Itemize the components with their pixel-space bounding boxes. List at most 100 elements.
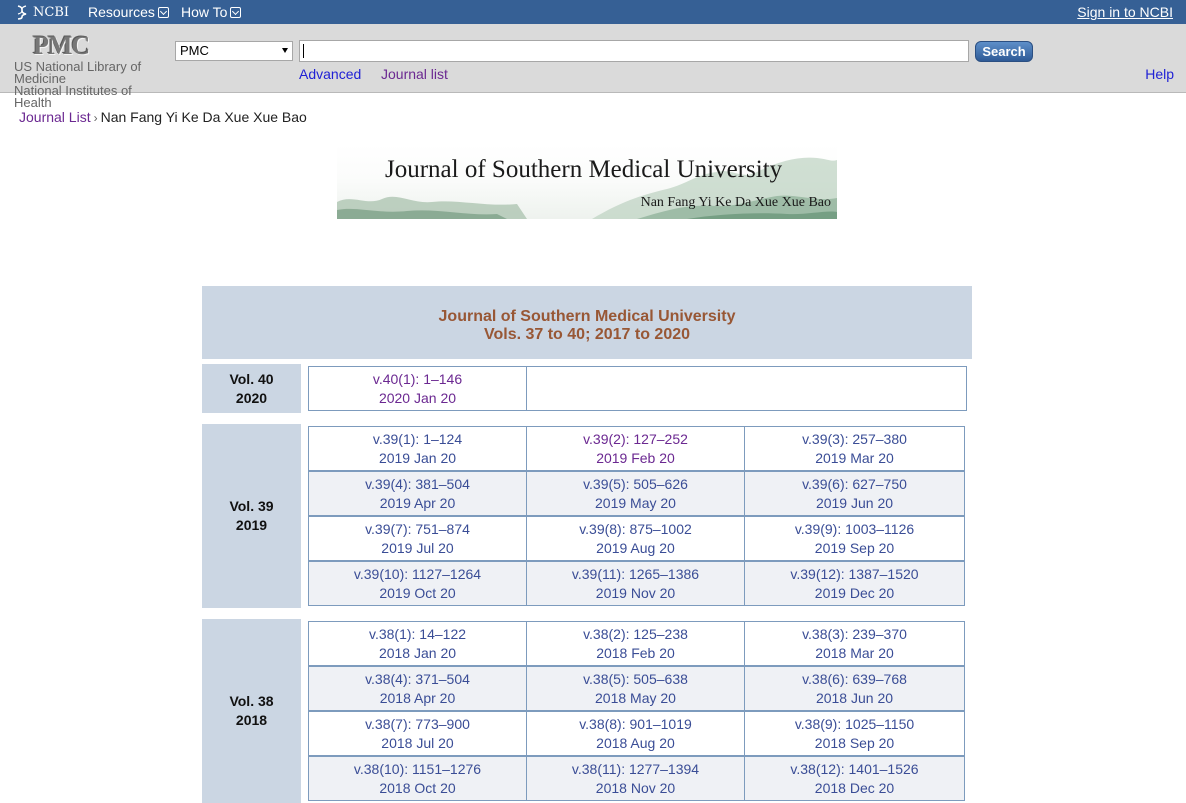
howto-menu[interactable]: How To (181, 3, 242, 21)
issue-row: v.39(10): 1127–1264 2019 Oct 20 v.39(11): … (308, 561, 968, 606)
issue-row: v.38(1): 14–122 2018 Jan 20 v.38(2): 125–2… (308, 621, 968, 666)
issue-date: 2018 Dec 20 (814, 780, 895, 796)
issue-date: 2019 Aug 20 (596, 540, 675, 556)
ncbi-helix-icon (17, 5, 27, 20)
nih-line: National Institutes of Health (14, 83, 132, 110)
issue-link[interactable]: v.39(2): 127–252 2019 Feb 20 (526, 426, 745, 471)
breadcrumb-current: Nan Fang Yi Ke Da Xue Xue Bao (100, 109, 307, 125)
volume-number: Vol. 40 (229, 370, 274, 387)
journal-banner: Journal of Southern Medical University N… (337, 144, 837, 219)
pmc-logo[interactable]: PMC (33, 31, 90, 61)
volume-block: Vol. 40 2020 v.40(1): 1–146 2020 Jan 20 (202, 364, 972, 413)
resources-label: Resources (88, 4, 155, 20)
issue-page-range: v.39(6): 627–750 (802, 476, 907, 492)
issue-grid: v.40(1): 1–146 2020 Jan 20 (308, 366, 968, 411)
ncbi-logo-link[interactable]: NCBI (14, 2, 69, 22)
banner-subtitle: Nan Fang Yi Ke Da Xue Xue Bao (640, 195, 831, 210)
issue-page-range: v.38(8): 901–1019 (579, 716, 692, 732)
issue-link[interactable]: v.39(3): 257–380 2019 Mar 20 (744, 426, 965, 471)
issue-page-range: v.38(3): 239–370 (802, 626, 907, 642)
issue-page-range: v.39(12): 1387–1520 (790, 566, 919, 582)
issue-link[interactable]: v.39(12): 1387–1520 2019 Dec 20 (744, 561, 965, 606)
search-button[interactable]: Search (975, 41, 1033, 62)
issue-link[interactable]: v.38(9): 1025–1150 2018 Sep 20 (744, 711, 965, 756)
issue-link[interactable]: v.39(5): 505–626 2019 May 20 (526, 471, 745, 516)
issue-link[interactable]: v.38(11): 1277–1394 2018 Nov 20 (526, 756, 745, 801)
help-link[interactable]: Help (1145, 66, 1174, 82)
issue-date: 2019 Jan 20 (378, 450, 457, 466)
issue-link[interactable]: v.38(12): 1401–1526 2018 Dec 20 (744, 756, 965, 801)
issue-date: 2018 Mar 20 (815, 645, 894, 661)
issue-link[interactable]: v.39(1): 1–124 2019 Jan 20 (308, 426, 527, 471)
issue-date: 2019 Jun 20 (815, 495, 894, 511)
issue-date: 2019 Mar 20 (815, 450, 894, 466)
issue-page-range: v.38(4): 371–504 (365, 671, 470, 687)
issue-link[interactable]: v.38(10): 1151–1276 2018 Oct 20 (308, 756, 527, 801)
issue-grid: v.39(1): 1–124 2019 Jan 20 v.39(2): 127–25… (308, 426, 968, 606)
issue-page-range: v.39(2): 127–252 (583, 431, 688, 447)
volumes-table-subtitle: Vols. 37 to 40; 2017 to 2020 (483, 326, 691, 343)
issue-link[interactable]: v.38(2): 125–238 2018 Feb 20 (526, 621, 745, 666)
breadcrumb-journal-list-link[interactable]: Journal List (19, 109, 91, 125)
volume-block: Vol. 38 2018 v.38(1): 14–122 2018 Jan 20 v.3… (202, 619, 972, 803)
issue-date: 2019 Sep 20 (814, 540, 895, 556)
issue-grid: v.38(1): 14–122 2018 Jan 20 v.38(2): 125–2… (308, 621, 968, 801)
issue-row: v.38(4): 371–504 2018 Apr 20 v.38(5): 505–… (308, 666, 968, 711)
issue-page-range: v.39(4): 381–504 (365, 476, 470, 492)
issue-row: v.39(4): 381–504 2019 Apr 20 v.39(5): 505–… (308, 471, 968, 516)
issue-row: v.39(1): 1–124 2019 Jan 20 v.39(2): 127–25… (308, 426, 968, 471)
issue-link[interactable]: v.38(8): 901–1019 2018 Aug 20 (526, 711, 745, 756)
issue-date: 2019 Nov 20 (595, 585, 676, 601)
volume-year: 2020 (235, 389, 268, 406)
issue-link[interactable]: v.38(5): 505–638 2018 May 20 (526, 666, 745, 711)
volumes-table-title: Journal of Southern Medical University (438, 308, 736, 325)
breadcrumb: Journal List › Nan Fang Yi Ke Da Xue Xue B… (19, 109, 307, 125)
issue-link[interactable]: v.39(8): 875–1002 2019 Aug 20 (526, 516, 745, 561)
issue-date: 2018 Oct 20 (379, 780, 456, 796)
issue-date: 2019 Feb 20 (596, 450, 675, 466)
issue-date: 2018 Nov 20 (595, 780, 676, 796)
issue-link[interactable]: v.39(11): 1265–1386 2019 Nov 20 (526, 561, 745, 606)
database-select[interactable]: PMC (175, 41, 293, 61)
issue-link[interactable]: v.38(1): 14–122 2018 Jan 20 (308, 621, 527, 666)
issue-link[interactable]: v.38(7): 773–900 2018 Jul 20 (308, 711, 527, 756)
volume-label: Vol. 40 2020 (202, 364, 301, 413)
issue-page-range: v.39(1): 1–124 (372, 431, 463, 447)
issue-page-range: v.39(5): 505–626 (583, 476, 688, 492)
journal-list-link[interactable]: Journal list (381, 66, 448, 82)
issue-link[interactable]: v.39(6): 627–750 2019 Jun 20 (744, 471, 965, 516)
issue-page-range: v.38(5): 505–638 (583, 671, 688, 687)
issue-date: 2019 Dec 20 (814, 585, 895, 601)
issue-link[interactable]: v.38(4): 371–504 2018 Apr 20 (308, 666, 527, 711)
nlm-line: US National Library of Medicine (14, 59, 142, 86)
issue-page-range: v.40(1): 1–146 (372, 371, 463, 387)
advanced-search-link[interactable]: Advanced (299, 66, 361, 82)
volume-label: Vol. 39 2019 (202, 424, 301, 608)
issue-link[interactable]: v.40(1): 1–146 2020 Jan 20 (308, 366, 527, 411)
issue-link[interactable]: v.39(4): 381–504 2019 Apr 20 (308, 471, 527, 516)
text-caret (303, 44, 304, 58)
search-input[interactable] (299, 40, 969, 62)
issue-page-range: v.39(10): 1127–1264 (353, 566, 482, 582)
issue-page-range: v.39(7): 751–874 (365, 521, 470, 537)
empty-issue-cell (526, 366, 967, 411)
nlm-nih-text: US National Library of Medicine National… (14, 59, 164, 110)
sign-in-link[interactable]: Sign in to NCBI (1077, 4, 1173, 20)
issue-page-range: v.38(10): 1151–1276 (353, 761, 482, 777)
issue-page-range: v.38(2): 125–238 (583, 626, 688, 642)
issue-link[interactable]: v.39(10): 1127–1264 2019 Oct 20 (308, 561, 527, 606)
issue-link[interactable]: v.38(6): 639–768 2018 Jun 20 (744, 666, 965, 711)
resources-menu[interactable]: Resources (88, 3, 169, 21)
issue-link[interactable]: v.39(7): 751–874 2019 Jul 20 (308, 516, 527, 561)
issue-date: 2019 May 20 (595, 495, 676, 511)
issue-link[interactable]: v.38(3): 239–370 2018 Mar 20 (744, 621, 965, 666)
issue-date: 2018 Jan 20 (378, 645, 457, 661)
issue-page-range: v.38(6): 639–768 (802, 671, 907, 687)
ncbi-logo-text: NCBI (33, 4, 70, 20)
issue-date: 2018 Jul 20 (381, 735, 454, 751)
volume-number: Vol. 39 (229, 498, 274, 514)
issue-link[interactable]: v.39(9): 1003–1126 2019 Sep 20 (744, 516, 965, 561)
issue-page-range: v.38(9): 1025–1150 (794, 716, 915, 732)
issue-date: 2018 Feb 20 (596, 645, 675, 661)
volume-year: 2019 (235, 517, 268, 533)
